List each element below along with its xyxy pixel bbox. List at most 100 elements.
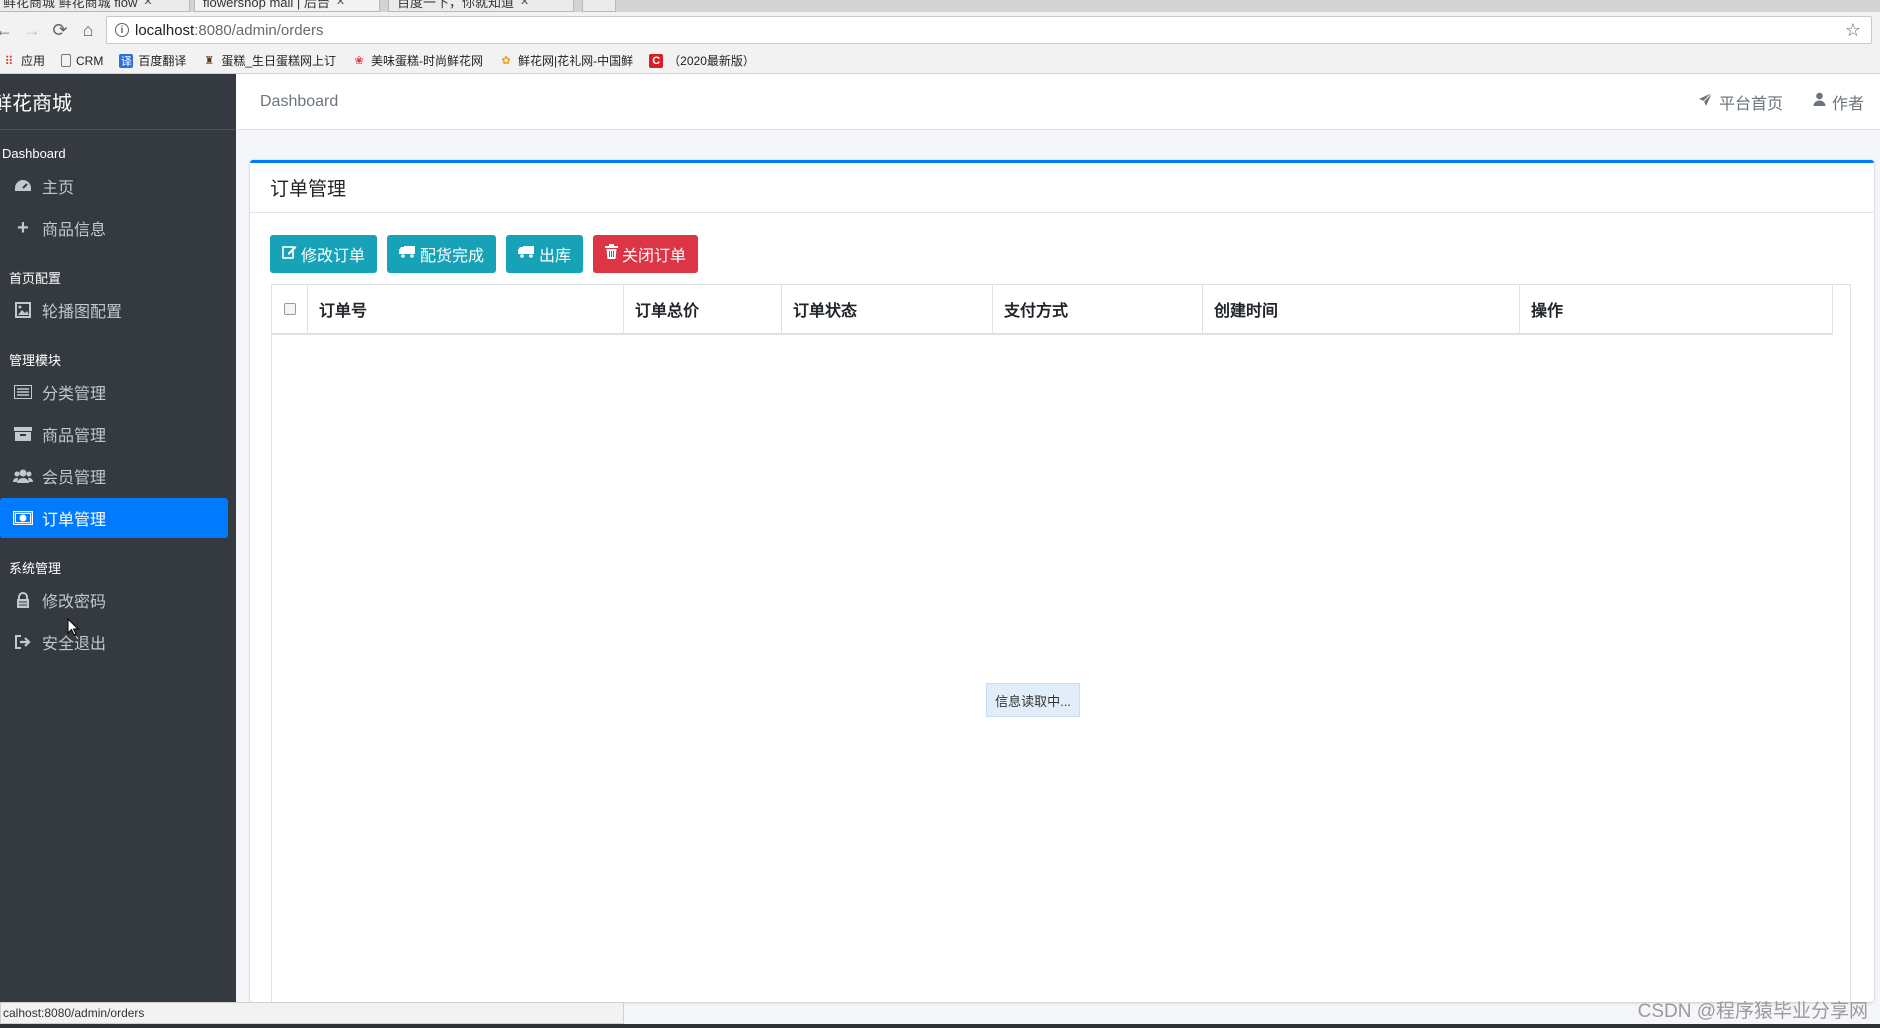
author-link[interactable]: 作者 [1813,90,1864,114]
bookmark-label: CRM [76,53,104,68]
sidebar-item-label: 商品管理 [42,428,107,445]
bookmark-cake-flower[interactable]: ❀ 美味蛋糕-时尚鲜花网 [352,52,483,69]
bookmark-apps[interactable]: ⠿ 应用 [2,52,45,69]
trash-icon [605,244,619,264]
button-label: 修改订单 [301,248,366,265]
bookmark-star-icon[interactable]: ☆ [1845,20,1861,41]
bookmark-label: 鲜花网|花礼网-中国鲜 [518,54,634,68]
close-tab-icon[interactable]: ✕ [336,0,345,8]
bookmarks-bar: ⠿ 应用 CRM 译 百度翻译 ♜ 蛋糕_生日蛋糕网上订 ❀ 美味蛋糕-时尚鲜花… [0,48,1880,74]
archive-icon [12,425,34,443]
sidebar-item-label: 订单管理 [42,512,107,529]
sidebar-item-category[interactable]: 分类管理 [0,372,228,412]
browser-tab[interactable]: 鲜花商城 鲜花商城 flow ✕ [0,0,190,12]
flower-icon: ❀ [354,55,364,67]
mouse-cursor-icon [67,618,79,636]
reload-icon[interactable]: ⟳ [46,16,74,44]
breadcrumb[interactable]: Dashboard [260,93,338,111]
truck-icon [518,245,535,263]
image-icon [12,301,34,319]
sidebar-item-label: 商品信息 [42,222,107,239]
nav-header-homepage-config: 首页配置 [9,270,62,286]
sidebar-item-label: 会员管理 [42,470,107,487]
user-icon [1813,92,1826,111]
new-tab-button[interactable] [582,0,616,12]
sidebar-item-orders[interactable]: 订单管理 [0,498,228,538]
select-all-cell [272,285,308,333]
platform-home-label: 平台首页 [1718,95,1783,113]
top-navbar: Dashboard 平台首页 作者 [236,74,1880,130]
sidebar-item-logout[interactable]: 安全退出 [0,622,228,662]
translate-icon: 译 [119,53,134,68]
bookmark-flower-gift[interactable]: ✿ 鲜花网|花礼网-中国鲜 [499,52,633,69]
c-red-icon: C [649,53,664,68]
bookmark-label: 蛋糕_生日蛋糕网上订 [221,54,337,68]
platform-home-link[interactable]: 平台首页 [1698,90,1783,114]
close-order-button[interactable]: 关闭订单 [593,235,699,273]
button-label: 配货完成 [420,248,485,265]
browser-tab-strip: 鲜花商城 鲜花商城 flow ✕ flowershop mall | 后台 ✕ … [0,0,1880,12]
page-icon [61,54,72,67]
close-tab-icon[interactable]: ✕ [520,0,529,8]
users-icon [12,467,34,485]
forward-icon[interactable]: → [18,16,46,44]
ship-out-button[interactable]: 出库 [506,235,584,273]
loading-indicator: 信息读取中... [986,683,1080,717]
packing-complete-button[interactable]: 配货完成 [387,235,497,273]
sidebar-item-goods[interactable]: 商品管理 [0,414,228,454]
tab-title: 百度一下，你就知道 [397,0,515,10]
page-title: 订单管理 [270,179,347,200]
bookmark-label: （2020最新版） [668,54,755,68]
site-info-icon[interactable]: i [115,23,129,37]
sidebar-item-change-password[interactable]: 修改密码 [0,580,228,620]
nav-header-management: 管理模块 [9,352,62,368]
column-header-total-price[interactable]: 订单总价 [624,285,782,333]
sidebar: 鲜花商城 Dashboard 主页 + 商品信息 首页配置 轮播图配置 管理模块… [0,74,236,1002]
bookmark-crm[interactable]: CRM [61,54,103,68]
bookmark-2020[interactable]: C （2020最新版） [649,52,755,69]
sign-out-icon [12,633,34,651]
orders-card: 订单管理 修改订单 配货完成 出库 关闭订单 订单号 订单总价 订单状态 支付方… [250,160,1874,1005]
nav-header-system: 系统管理 [9,560,62,576]
sidebar-item-product-info[interactable]: + 商品信息 [0,208,228,248]
bookmark-baidu-translate[interactable]: 译 百度翻译 [119,52,186,69]
sidebar-item-label: 分类管理 [42,386,107,403]
sidebar-item-home[interactable]: 主页 [0,166,228,206]
taskbar-edge [0,1024,1880,1028]
cake-icon: ♜ [204,55,215,67]
lock-icon [12,591,34,609]
column-header-order-status[interactable]: 订单状态 [782,285,993,333]
select-all-checkbox[interactable] [283,303,296,315]
column-header-actions: 操作 [1520,285,1833,333]
sidebar-item-label: 主页 [42,180,75,197]
url-bar[interactable]: i localhost:8080/admin/orders ☆ [106,16,1872,44]
home-icon[interactable]: ⌂ [74,16,102,44]
sidebar-item-label: 轮播图配置 [42,304,123,321]
paper-plane-icon [1698,92,1713,112]
author-label: 作者 [1831,95,1864,113]
table-header: 订单号 订单总价 订单状态 支付方式 创建时间 操作 [272,285,1833,335]
browser-toolbar: ← → ⟳ ⌂ i localhost:8080/admin/orders ☆ [0,12,1880,48]
tab-title: 鲜花商城 鲜花商城 flow [3,0,138,10]
url-path: :8080/admin/orders [194,21,324,39]
bookmark-label: 美味蛋糕-时尚鲜花网 [371,54,484,68]
button-label: 出库 [539,248,572,265]
column-header-order-no[interactable]: 订单号 [308,285,624,333]
card-header: 订单管理 [250,163,1874,213]
brand-logo[interactable]: 鲜花商城 [0,74,236,130]
browser-tab-active[interactable]: flowershop mall | 后台 ✕ [194,0,380,12]
sidebar-item-members[interactable]: 会员管理 [0,456,228,496]
back-icon[interactable]: ← [0,16,18,44]
truck-icon [399,245,416,263]
browser-tab[interactable]: 百度一下，你就知道 ✕ [388,0,574,12]
bookmark-cake[interactable]: ♜ 蛋糕_生日蛋糕网上订 [202,52,336,69]
orders-table: 订单号 订单总价 订单状态 支付方式 创建时间 操作 [271,284,1851,1005]
sidebar-item-carousel[interactable]: 轮播图配置 [0,290,228,330]
column-header-created-time[interactable]: 创建时间 [1203,285,1520,333]
tab-title: flowershop mall | 后台 [203,0,330,10]
close-tab-icon[interactable]: ✕ [143,0,152,8]
column-header-payment-method[interactable]: 支付方式 [993,285,1203,333]
edit-order-button[interactable]: 修改订单 [270,235,378,273]
browser-status-bar: calhost:8080/admin/orders [0,1002,624,1024]
plus-icon: + [17,216,29,239]
